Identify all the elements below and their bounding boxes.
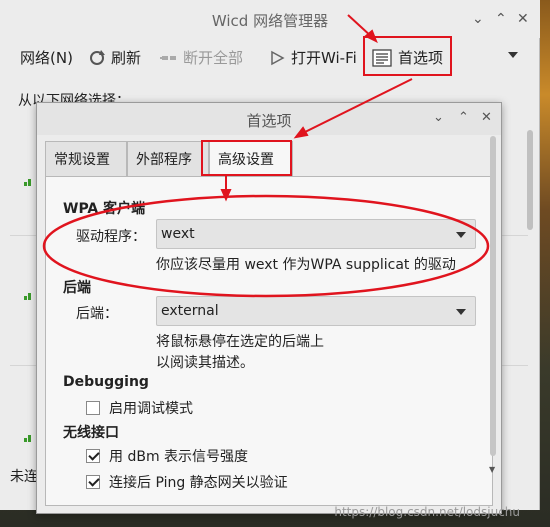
status-bar-text: 未连 — [10, 469, 38, 485]
chevron-down-icon — [456, 309, 466, 315]
signal-icon — [24, 176, 34, 186]
debug-mode-option[interactable]: 启用调试模式 — [86, 398, 193, 418]
open-wifi-button[interactable]: 打开Wi-Fi — [268, 47, 357, 68]
play-icon — [271, 50, 285, 65]
disconnect-all-label: 断开全部 — [183, 49, 244, 67]
use-dbm-checkbox[interactable] — [86, 449, 100, 463]
debugging-section-title: Debugging — [63, 374, 149, 390]
disconnect-icon — [160, 55, 176, 60]
close-icon[interactable]: ✕ — [517, 11, 529, 27]
use-dbm-label: 用 dBm 表示信号强度 — [109, 449, 249, 465]
dialog-close-icon[interactable]: ✕ — [481, 110, 492, 125]
disconnect-all-button[interactable]: 断开全部 — [160, 47, 243, 68]
ping-gateway-option[interactable]: 连接后 Ping 静态网关以验证 — [86, 472, 288, 492]
backend-select[interactable]: external — [156, 296, 476, 326]
toolbar-overflow-icon[interactable] — [508, 52, 518, 58]
main-titlebar: Wicd 网络管理器 ⌄ ⌃ ✕ — [0, 0, 540, 38]
main-toolbar: 网络(N) 刷新 断开全部 打开Wi-Fi 首选项 — [0, 38, 540, 76]
driver-label: 驱动程序： — [76, 229, 146, 245]
dialog-maximize-icon[interactable]: ⌃ — [458, 110, 469, 125]
backend-value: external — [161, 303, 219, 319]
tab-external-programs[interactable]: 外部程序 — [127, 141, 209, 177]
wireless-section-title: 无线接口 — [63, 425, 119, 441]
driver-hint: 你应该尽量用 wext 作为WPA supplicat 的驱动 — [156, 257, 456, 273]
signal-icon — [24, 290, 34, 300]
minimize-icon[interactable]: ⌄ — [472, 11, 484, 27]
dialog-title: 首选项 — [246, 112, 292, 130]
chevron-down-icon — [456, 232, 466, 238]
refresh-icon — [90, 49, 105, 65]
backend-section-title: 后端 — [63, 280, 91, 296]
backend-label: 后端： — [76, 306, 118, 322]
scroll-down-icon[interactable]: ▼ — [489, 465, 495, 474]
dialog-minimize-icon[interactable]: ⌄ — [433, 110, 444, 125]
main-scrollbar[interactable] — [526, 130, 534, 460]
signal-icon — [24, 432, 34, 442]
ping-gateway-checkbox[interactable] — [86, 475, 100, 489]
backend-hint-line2: 以阅读其描述。 — [156, 355, 254, 371]
backend-hint-line1: 将鼠标悬停在选定的后端上 — [156, 334, 324, 350]
refresh-button[interactable]: 刷新 — [88, 47, 141, 68]
debug-mode-checkbox[interactable] — [86, 401, 100, 415]
network-menu-label: 网络(N) — [20, 49, 73, 67]
maximize-icon[interactable]: ⌃ — [495, 11, 507, 27]
preferences-annotation-box — [363, 36, 452, 76]
use-dbm-option[interactable]: 用 dBm 表示信号强度 — [86, 446, 248, 466]
dialog-titlebar: 首选项 ⌄ ⌃ ✕ — [37, 103, 501, 135]
driver-select[interactable]: wext — [156, 219, 476, 249]
advanced-tab-annotation-box — [201, 140, 292, 176]
tab-general[interactable]: 常规设置 — [45, 141, 127, 177]
main-window-title: Wicd 网络管理器 — [211, 12, 329, 30]
dialog-scrollbar[interactable]: ▼ — [489, 136, 497, 474]
debug-mode-label: 启用调试模式 — [109, 401, 193, 417]
network-menu[interactable]: 网络(N) — [20, 47, 73, 68]
driver-value: wext — [161, 226, 195, 242]
open-wifi-label: 打开Wi-Fi — [291, 49, 357, 67]
wpa-section-title: WPA 客户端 — [63, 201, 146, 217]
watermark: https://blog.csdn.net/lodsjuchu — [334, 505, 520, 519]
ping-gateway-label: 连接后 Ping 静态网关以验证 — [109, 475, 288, 491]
refresh-label: 刷新 — [111, 49, 142, 67]
advanced-settings-panel: WPA 客户端 驱动程序： wext 你应该尽量用 wext 作为WPA sup… — [45, 176, 493, 506]
